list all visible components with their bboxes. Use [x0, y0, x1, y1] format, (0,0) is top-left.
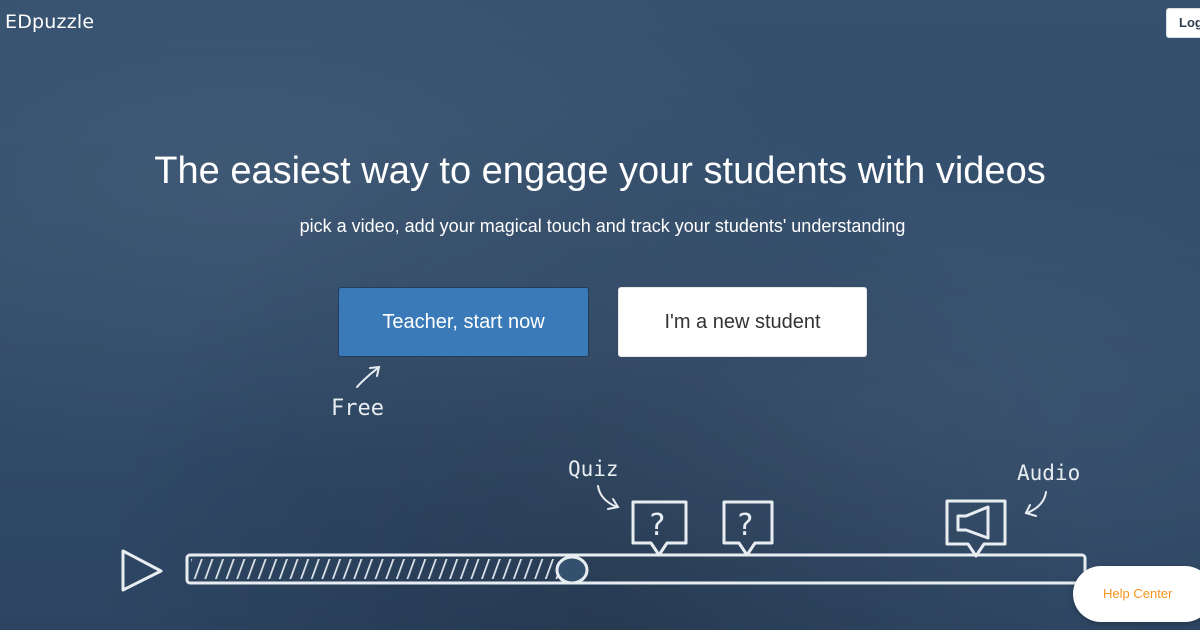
quiz-label: Quiz [568, 457, 619, 481]
free-arrow-icon [356, 365, 381, 388]
audio-label: Audio [1017, 461, 1080, 485]
quiz-arrow-icon [597, 485, 620, 510]
speaker-icon [945, 499, 1007, 558]
progress-bar-fill [191, 559, 571, 579]
question-mark: ? [648, 508, 666, 543]
audio-arrow-icon [1024, 491, 1047, 517]
help-center-button[interactable]: Help Center [1073, 566, 1200, 622]
question-mark: ? [736, 508, 754, 543]
free-label: Free [331, 396, 384, 421]
play-icon [121, 549, 163, 592]
progress-scrubber [555, 555, 589, 585]
chalk-illustration: Free Quiz Audio ? ? [121, 365, 1087, 592]
